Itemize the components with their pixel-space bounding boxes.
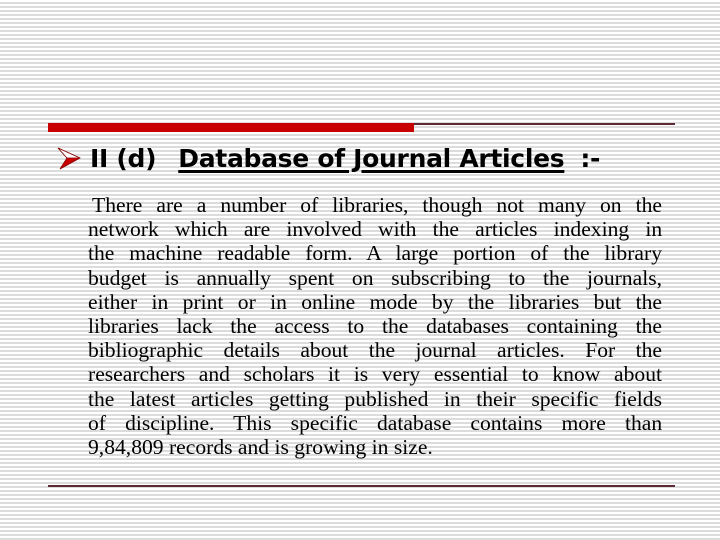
heading-suffix: :-: [580, 143, 601, 173]
slide-heading: II (d) Database of Journal Articles :-: [56, 138, 600, 178]
body-line: libraries lack the access to the databas…: [88, 314, 662, 339]
bottom-divider-line: [48, 485, 675, 487]
body-line: the latest articles getting published in…: [88, 386, 662, 411]
body-line: There are a number of libraries, though …: [92, 193, 662, 217]
body-paragraph: There are a number of libraries, though …: [88, 193, 662, 459]
body-line: network which are involved with the arti…: [88, 217, 663, 242]
title-accent-bar: [48, 123, 414, 132]
heading-section-number: II (d): [90, 143, 157, 173]
body-line: either in print or in online mode by the…: [88, 289, 662, 314]
body-line: budget is annually spent on subscribing …: [88, 265, 662, 290]
body-line: 9,84,809 records and is growing in size.: [88, 435, 433, 460]
body-line: researchers and scholars it is very esse…: [88, 362, 662, 387]
body-line: bibliographic details about the journal …: [88, 338, 662, 363]
arrow-bullet-icon: [56, 145, 82, 171]
body-line: the machine readable form. A large porti…: [88, 241, 662, 266]
heading-title: Database of Journal Articles: [178, 143, 565, 173]
body-line: of discipline. This specific database co…: [88, 410, 663, 435]
